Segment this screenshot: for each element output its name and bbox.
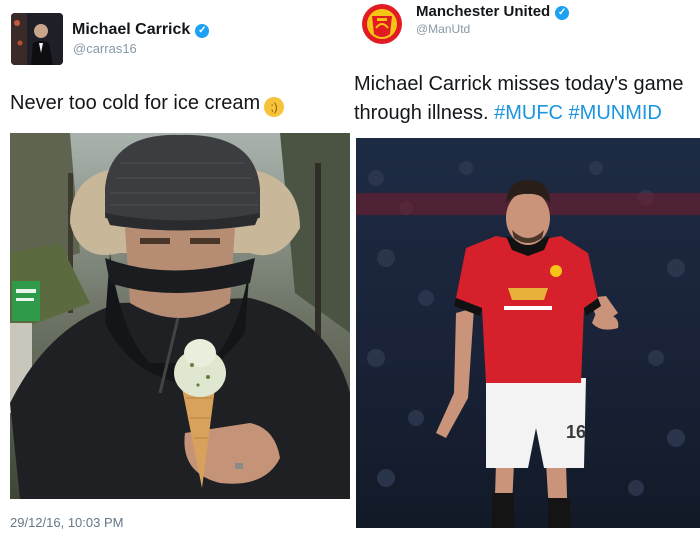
tweet-photo[interactable]: 16 <box>356 138 700 528</box>
manchester-united-crest-icon <box>356 2 408 46</box>
verified-badge-icon: ✓ <box>555 6 570 20</box>
tweet-text: Never too cold for ice cream;) <box>10 89 285 118</box>
author-name[interactable]: Michael Carrick ✓ <box>72 21 210 39</box>
tweet-carrick: Michael Carrick ✓ @carras16 Never too col… <box>0 0 352 539</box>
tweet-text: Michael Carrick misses today's game thro… <box>354 73 684 124</box>
tweet-timestamp[interactable]: 29/12/16, 10:03 PM <box>10 515 123 530</box>
avatar-image <box>11 13 63 65</box>
tweet-photo[interactable] <box>10 133 350 499</box>
svg-text:16: 16 <box>566 422 586 442</box>
avatar[interactable] <box>11 13 63 65</box>
match-photo: 16 <box>356 138 700 528</box>
author-name[interactable]: Manchester United ✓ <box>416 3 570 20</box>
tweet-manutd: Manchester United ✓ @ManUtd Michael Carri… <box>352 0 700 539</box>
winking-face-emoji-icon: ;) <box>264 97 285 117</box>
author-handle[interactable]: @carras16 <box>73 41 137 56</box>
author-handle[interactable]: @ManUtd <box>416 22 470 36</box>
verified-badge-icon: ✓ <box>195 24 210 38</box>
avatar[interactable] <box>356 2 408 46</box>
hashtag-link[interactable]: #MUNMID <box>569 102 662 124</box>
hashtag-link[interactable]: #MUFC <box>494 102 563 124</box>
ice-cream-photo <box>10 133 350 499</box>
